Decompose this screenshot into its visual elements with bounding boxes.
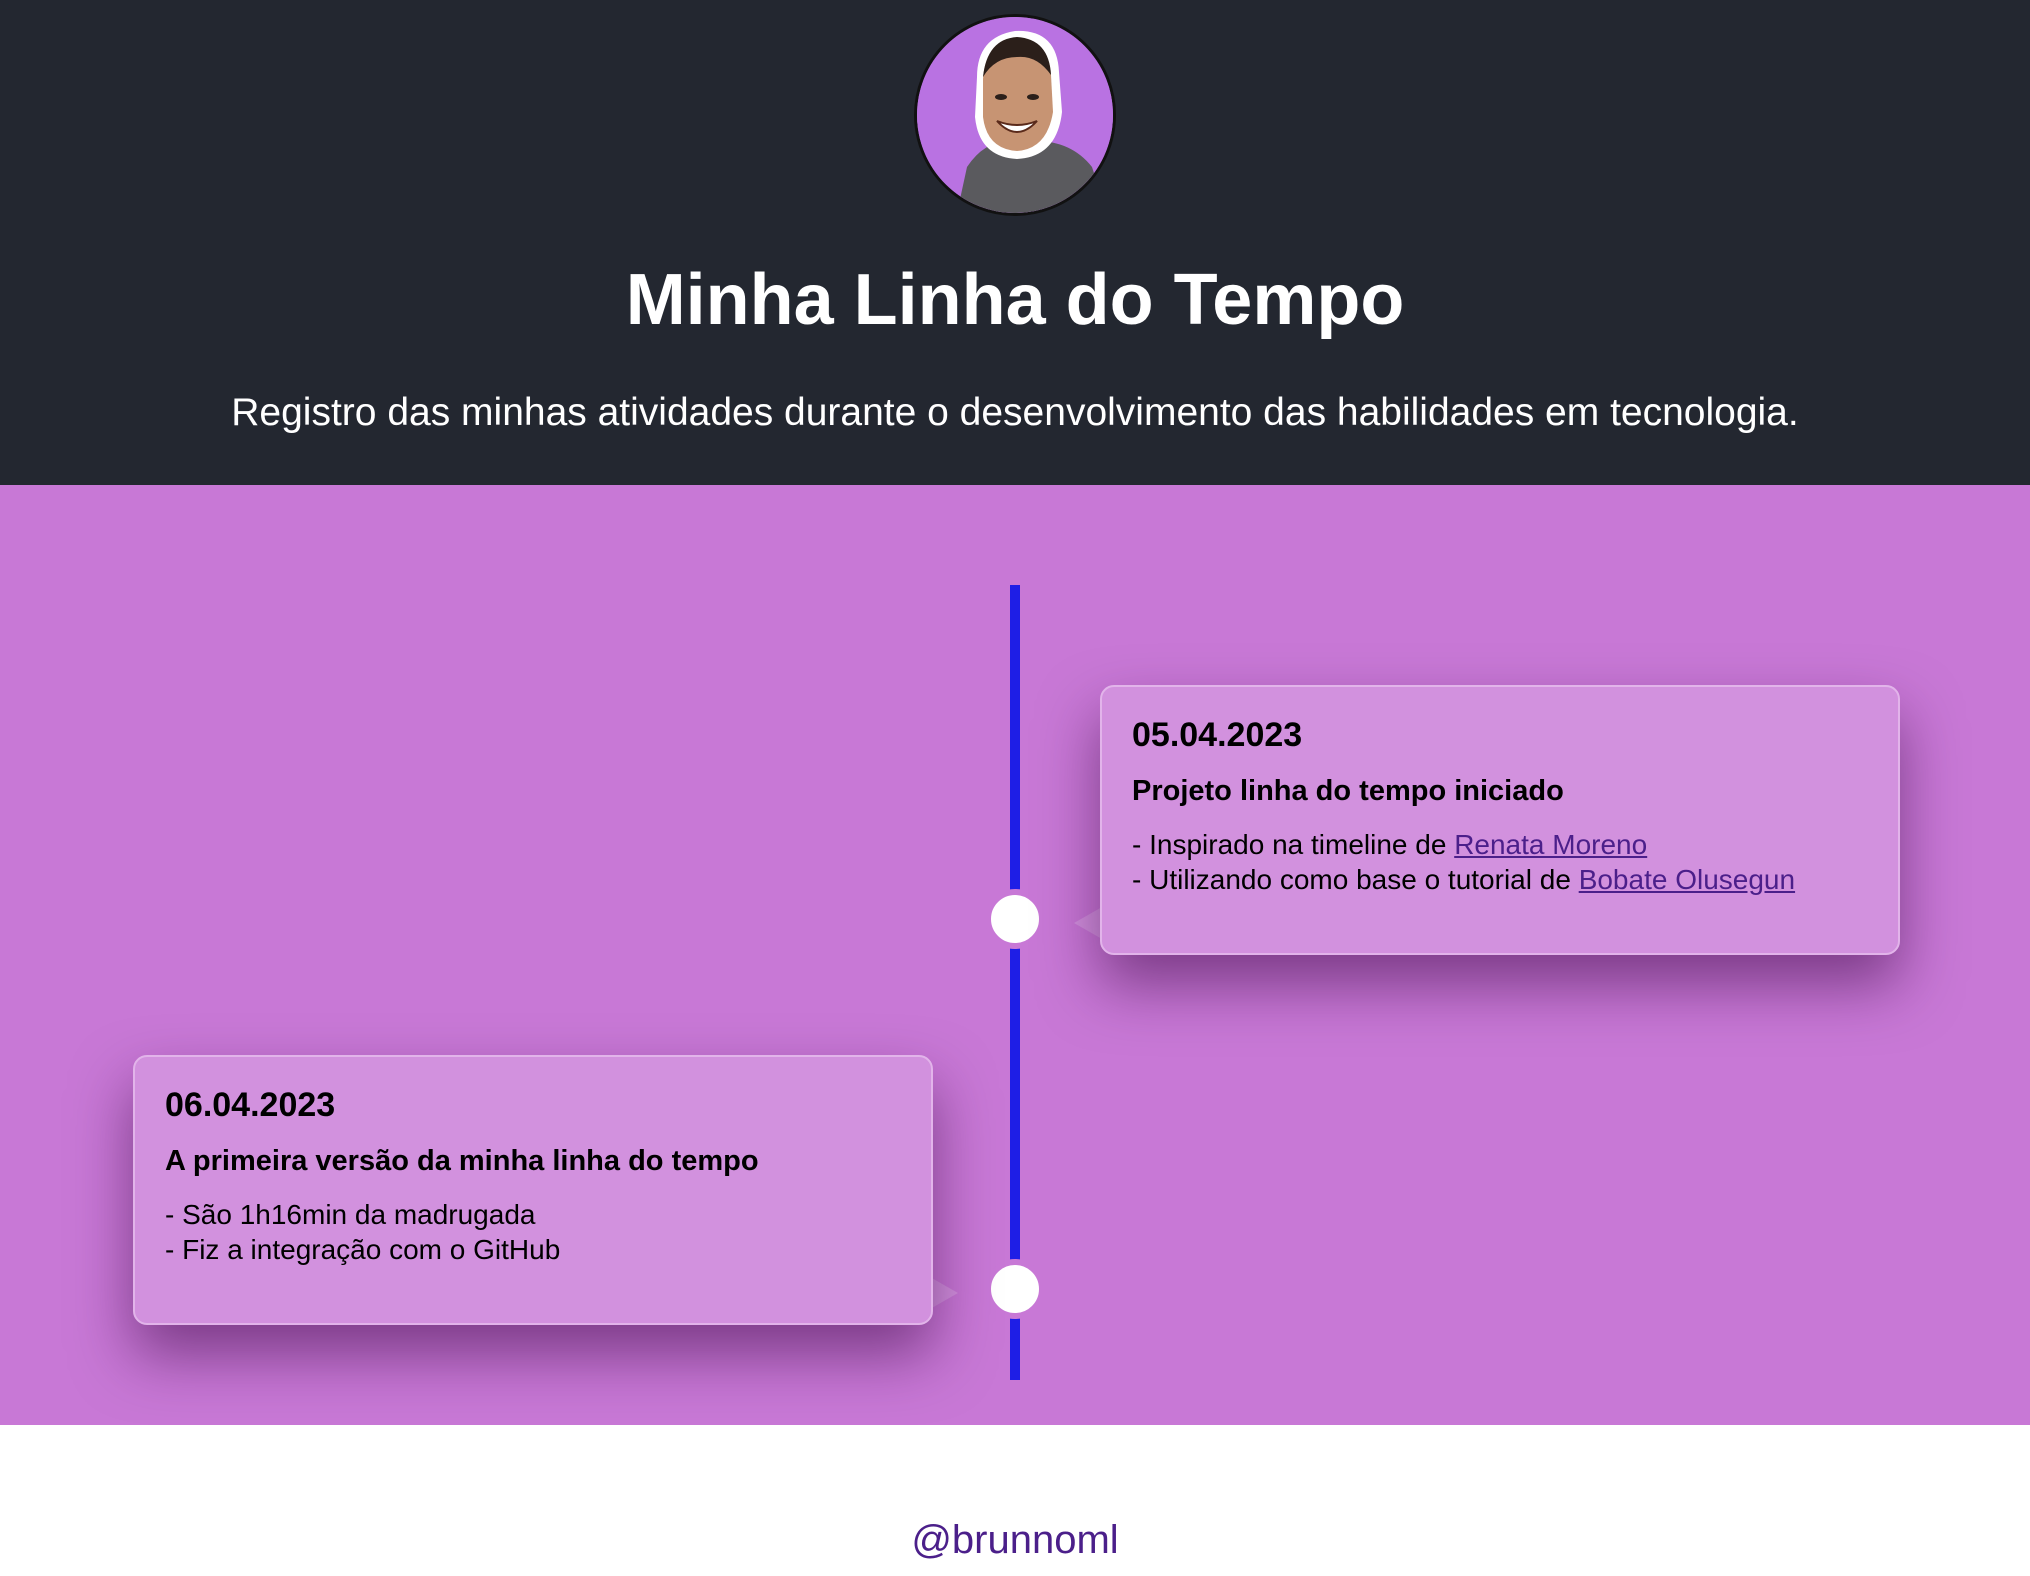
profile-avatar (914, 14, 1116, 216)
timeline: 05.04.2023 Projeto linha do tempo inicia… (0, 485, 2030, 1425)
page-header: Minha Linha do Tempo Registro das minhas… (0, 0, 2030, 485)
card-text-line: - Inspirado na timeline de Renata Moreno (1132, 827, 1868, 862)
page-title: Minha Linha do Tempo (625, 260, 1405, 340)
card-pointer (1074, 907, 1102, 939)
card-title: Projeto linha do tempo iniciado (1132, 775, 1564, 807)
page-subtitle: Registro das minhas atividades durante o… (231, 391, 1799, 434)
timeline-marker (985, 1259, 1045, 1319)
card-pointer (930, 1277, 958, 1309)
timeline-card: 05.04.2023 Projeto linha do tempo inicia… (1100, 685, 1900, 955)
card-text-line: - Utilizando como base o tutorial de Bob… (1132, 862, 1868, 897)
page-footer: @brunnoml (0, 1425, 2030, 1576)
renata-moreno-link[interactable]: Renata Moreno (1454, 829, 1647, 860)
card-text: - Inspirado na timeline de (1132, 829, 1455, 860)
footer-handle-link[interactable]: @brunnoml (0, 1515, 2030, 1565)
card-text-line: - Fiz a integração com o GitHub (165, 1234, 561, 1265)
card-date: 05.04.2023 (1132, 716, 1303, 754)
card-title: A primeira versão da minha linha do temp… (165, 1145, 759, 1177)
bobate-olusegun-link[interactable]: Bobate Olusegun (1579, 864, 1795, 895)
card-text: - Utilizando como base o tutorial de (1132, 864, 1579, 895)
timeline-card: 06.04.2023 A primeira versão da minha li… (133, 1055, 933, 1325)
card-date: 06.04.2023 (165, 1086, 336, 1124)
timeline-marker (985, 889, 1045, 949)
card-text-line: - São 1h16min da madrugada (165, 1199, 536, 1230)
